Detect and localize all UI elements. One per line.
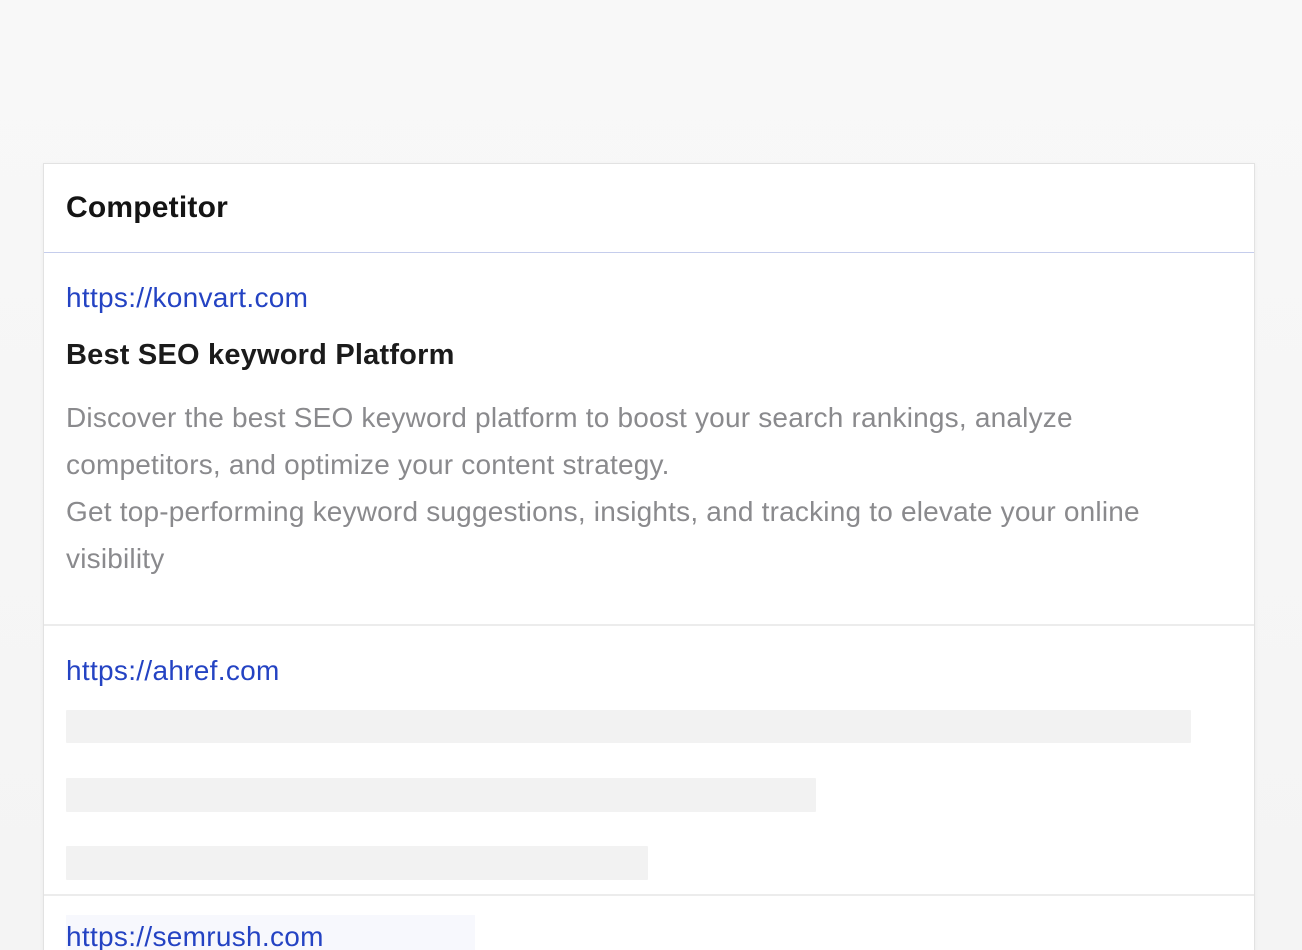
competitor-url-link[interactable]: https://semrush.com [66, 920, 324, 950]
competitor-url-link[interactable]: https://konvart.com [66, 281, 308, 315]
panel-title: Competitor [66, 191, 228, 225]
page-background: Competitor https://konvart.com Best SEO … [0, 0, 1302, 950]
competitor-entry-ahref: https://ahref.com [44, 626, 1254, 894]
panel-header: Competitor [44, 164, 1254, 253]
description-line: Get top-performing keyword suggestions, … [66, 496, 1140, 574]
loading-placeholder-bar [66, 846, 648, 880]
loading-placeholder-bar [66, 710, 1191, 743]
competitor-entry-konvart: https://konvart.com Best SEO keyword Pla… [44, 253, 1254, 624]
competitor-page-title: Best SEO keyword Platform [66, 339, 1232, 372]
url-highlight-background: https://semrush.com [66, 915, 475, 950]
competitor-entry-semrush: https://semrush.com [44, 896, 1254, 950]
competitor-url-link[interactable]: https://ahref.com [66, 654, 280, 688]
competitor-description: Discover the best SEO keyword platform t… [66, 394, 1216, 624]
loading-placeholder-bar [66, 778, 816, 812]
competitor-panel: Competitor https://konvart.com Best SEO … [43, 163, 1255, 950]
description-line: Discover the best SEO keyword platform t… [66, 402, 1073, 480]
